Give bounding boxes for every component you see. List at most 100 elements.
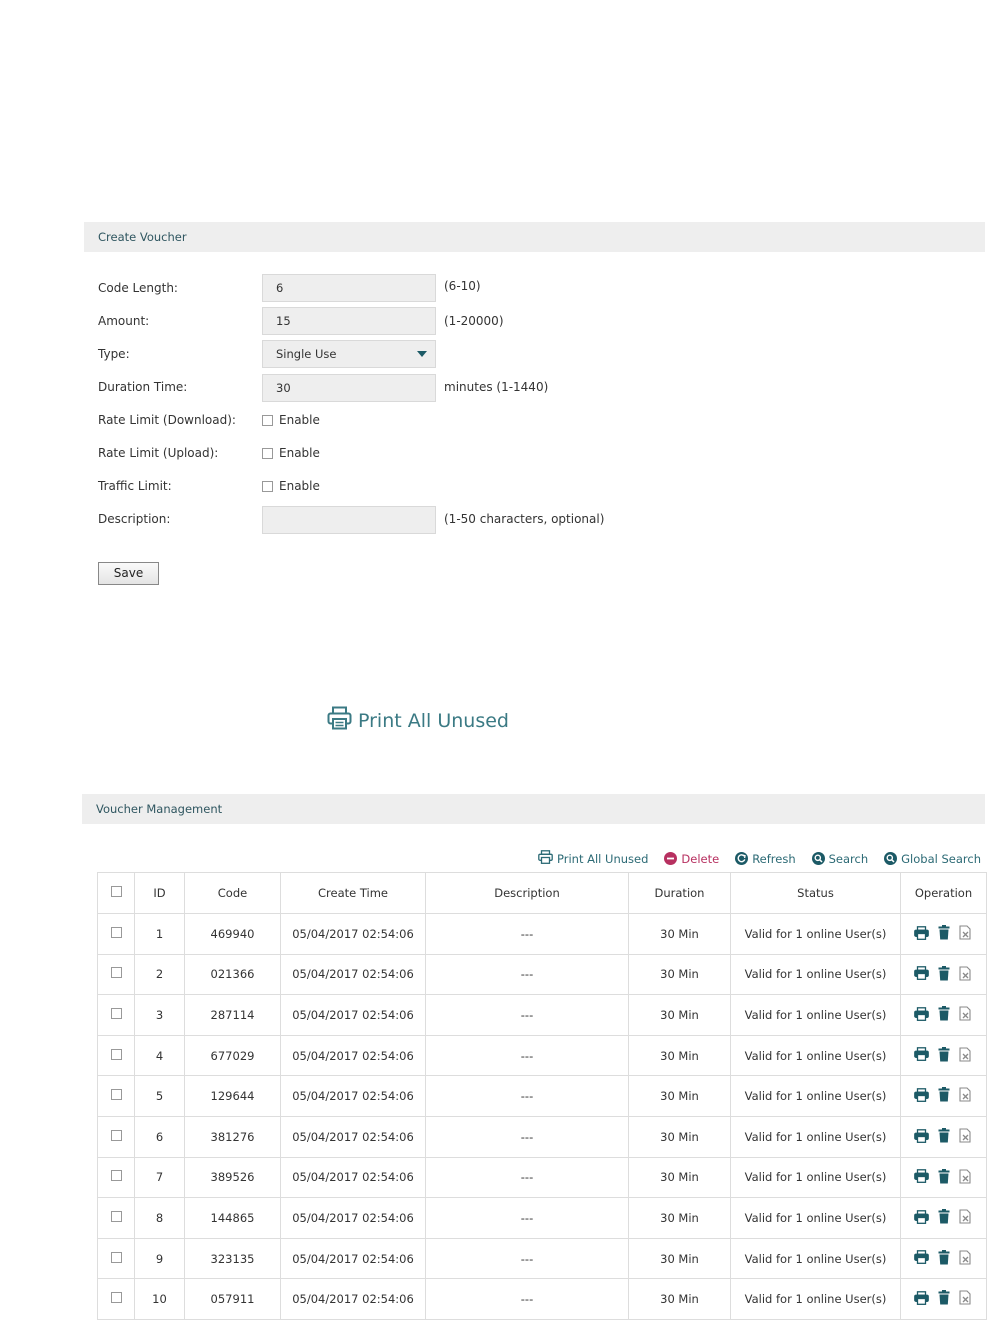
description-input[interactable]	[262, 506, 436, 534]
cell-create-time: 05/04/2017 02:54:06	[280, 1075, 426, 1117]
row-checkbox[interactable]	[110, 1007, 122, 1019]
search-button[interactable]: Search	[811, 851, 869, 866]
print-all-unused-button[interactable]: Print All Unused	[538, 850, 648, 867]
print-icon[interactable]	[914, 1006, 929, 1021]
description-label: Description:	[98, 512, 171, 526]
voucher-management-header: Voucher Management	[82, 794, 985, 824]
revoke-icon[interactable]	[959, 1006, 973, 1021]
print-icon[interactable]	[914, 1250, 929, 1265]
row-checkbox[interactable]	[110, 1089, 122, 1101]
row-checkbox[interactable]	[110, 1210, 122, 1222]
cell-code: 469940	[184, 913, 281, 955]
delete-icon[interactable]	[938, 925, 950, 940]
cell-duration: 30 Min	[628, 1075, 731, 1117]
print-icon[interactable]	[914, 925, 929, 940]
delete-icon[interactable]	[938, 1046, 950, 1062]
print-icon[interactable]	[914, 1209, 929, 1224]
row-checkbox[interactable]	[110, 1048, 122, 1060]
duration-time-label: Duration Time:	[98, 380, 188, 394]
revoke-icon[interactable]	[959, 1047, 973, 1062]
rate-limit-upload-checkbox[interactable]	[262, 447, 273, 459]
cell-operation	[900, 1278, 987, 1320]
revoke-icon[interactable]	[959, 1250, 973, 1265]
cell-status: Valid for 1 online User(s)	[730, 994, 901, 1036]
delete-icon[interactable]	[938, 1209, 950, 1224]
code-length-input[interactable]	[262, 274, 436, 302]
delete-icon[interactable]	[938, 1128, 950, 1143]
revoke-icon[interactable]	[959, 1209, 973, 1224]
row-checkbox[interactable]	[110, 1292, 122, 1304]
cell-id: 10	[134, 1278, 185, 1320]
rate-limit-upload-enable-label: Enable	[279, 446, 320, 460]
rate-limit-download-checkbox[interactable]	[262, 414, 273, 426]
traffic-limit-toggle[interactable]: Enable	[262, 479, 320, 493]
cell-operation	[900, 1156, 987, 1199]
search-label: Search	[828, 851, 869, 866]
save-button[interactable]: Save	[98, 562, 159, 585]
cell-description: ---	[425, 1237, 629, 1280]
delete-icon[interactable]	[938, 1006, 950, 1021]
delete-label: Delete	[681, 851, 720, 866]
global-search-button[interactable]: Global Search	[884, 852, 981, 866]
traffic-limit-checkbox[interactable]	[262, 480, 273, 492]
select-all-checkbox[interactable]	[110, 886, 122, 897]
row-checkbox[interactable]	[110, 926, 122, 938]
cell-status: Valid for 1 online User(s)	[730, 1278, 901, 1320]
cell-status: Valid for 1 online User(s)	[730, 1075, 901, 1117]
revoke-icon[interactable]	[959, 1290, 973, 1305]
cell-duration: 30 Min	[628, 913, 731, 955]
rate-limit-upload-toggle[interactable]: Enable	[262, 446, 320, 460]
print-icon[interactable]	[914, 966, 929, 981]
cell-create-time: 05/04/2017 02:54:06	[280, 1034, 426, 1077]
row-checkbox[interactable]	[110, 1170, 122, 1182]
row-checkbox[interactable]	[110, 1251, 122, 1263]
cell-code: 021366	[184, 953, 281, 996]
cell-create-time: 05/04/2017 02:54:06	[280, 953, 426, 996]
print-icon[interactable]	[914, 1047, 929, 1062]
table-row: 6 381276 05/04/2017 02:54:06 --- 30 Min Valid…	[97, 1115, 987, 1158]
cell-id: 6	[134, 1115, 185, 1158]
table-row: 4 677029 05/04/2017 02:54:06 --- 30 Min Valid…	[97, 1034, 987, 1077]
cell-duration: 30 Min	[628, 1115, 731, 1158]
table-row: 9 323135 05/04/2017 02:54:06 --- 30 Min Valid…	[97, 1237, 987, 1280]
duration-time-input[interactable]	[262, 374, 436, 402]
print-icon[interactable]	[914, 1088, 929, 1102]
delete-button[interactable]: Delete	[664, 852, 719, 866]
traffic-limit-enable-label: Enable	[279, 479, 320, 493]
revoke-icon[interactable]	[959, 966, 973, 981]
row-select-cell	[97, 1115, 135, 1158]
delete-icon[interactable]	[938, 1290, 950, 1305]
revoke-icon[interactable]	[959, 1128, 973, 1143]
cell-create-time: 05/04/2017 02:54:06	[280, 1156, 426, 1199]
rate-limit-download-toggle[interactable]: Enable	[262, 413, 320, 427]
refresh-label: Refresh	[752, 851, 796, 866]
print-icon[interactable]	[914, 1128, 929, 1143]
row-checkbox[interactable]	[110, 967, 122, 979]
print-all-unused-callout[interactable]: Print All Unused	[327, 706, 509, 735]
revoke-icon[interactable]	[959, 1087, 973, 1102]
cell-id: 7	[134, 1156, 185, 1199]
cell-code: 389526	[184, 1156, 281, 1199]
delete-icon[interactable]	[938, 1168, 950, 1184]
print-icon[interactable]	[914, 1169, 929, 1184]
print-icon[interactable]	[914, 1291, 929, 1305]
revoke-icon[interactable]	[959, 1169, 973, 1184]
amount-input[interactable]	[262, 307, 436, 335]
cell-id: 4	[134, 1034, 185, 1077]
voucher-table: ID Code Create Time Description Duration…	[97, 872, 987, 1320]
revoke-icon[interactable]	[959, 925, 973, 940]
delete-icon[interactable]	[938, 965, 950, 981]
type-select[interactable]: Single Use	[262, 340, 436, 368]
cell-create-time: 05/04/2017 02:54:06	[280, 913, 426, 955]
delete-icon[interactable]	[938, 1087, 950, 1102]
cell-operation	[900, 1197, 987, 1239]
cell-description: ---	[425, 1034, 629, 1077]
row-select-cell	[97, 994, 135, 1036]
delete-icon[interactable]	[938, 1249, 950, 1265]
cell-id: 3	[134, 994, 185, 1036]
cell-operation	[900, 1075, 987, 1117]
column-header-create-time: Create Time	[280, 872, 426, 914]
refresh-button[interactable]: Refresh	[735, 851, 796, 866]
cell-duration: 30 Min	[628, 1034, 731, 1077]
row-checkbox[interactable]	[110, 1129, 122, 1141]
